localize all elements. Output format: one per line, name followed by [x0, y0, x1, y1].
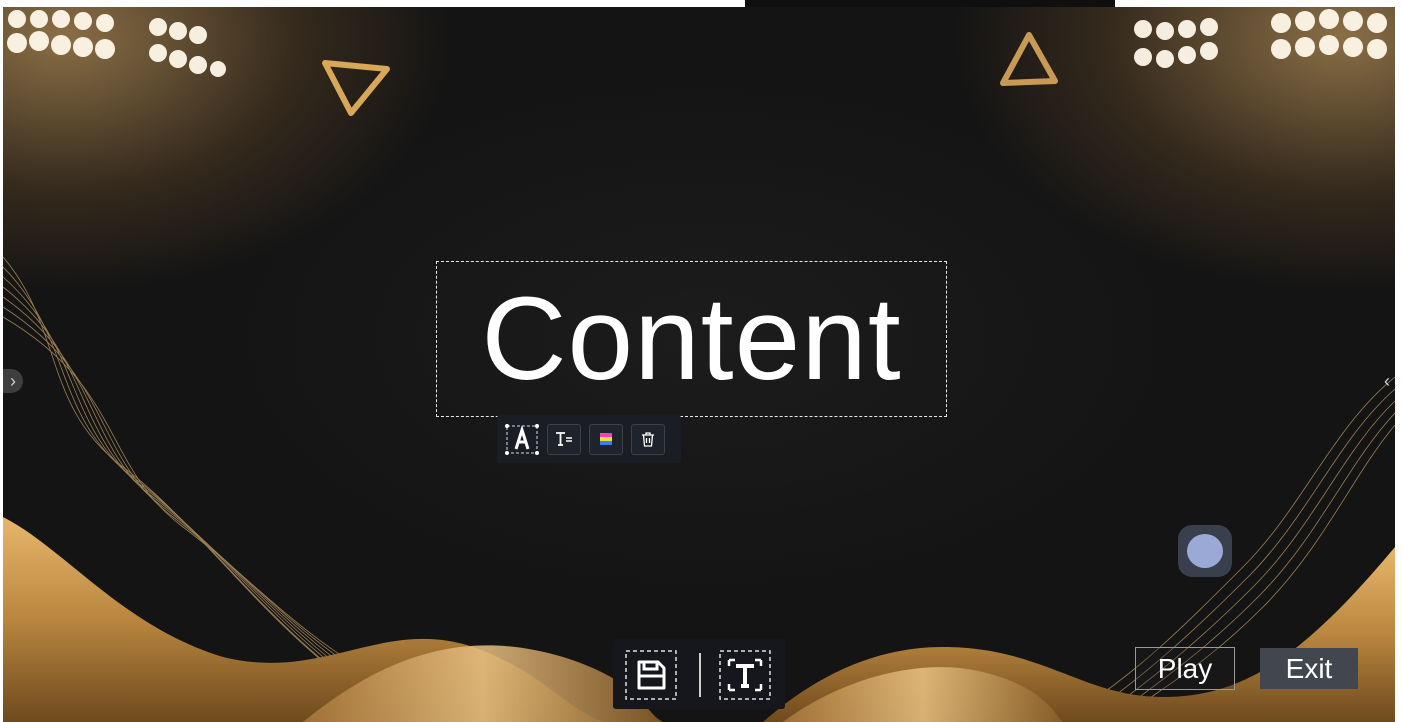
add-text-icon [719, 650, 771, 700]
save-button[interactable] [625, 650, 677, 700]
text-element-content[interactable]: Content [481, 280, 901, 398]
text-element-selected[interactable]: Content [436, 261, 947, 417]
trash-icon [642, 431, 654, 447]
window-top-strip [745, 0, 1115, 7]
play-button[interactable]: Play [1135, 647, 1235, 690]
add-text-button[interactable] [719, 650, 771, 700]
font-style-icon [505, 423, 539, 455]
panel-expand-right-button[interactable]: ‹ [1379, 369, 1395, 393]
floating-ball-icon [1187, 534, 1223, 568]
text-format-button[interactable] [547, 423, 581, 455]
text-color-button[interactable] [589, 423, 623, 455]
panel-expand-left-button[interactable]: › [3, 369, 23, 393]
chevron-left-icon: ‹ [1384, 370, 1390, 391]
stage-lights-right [1134, 9, 1387, 68]
exit-button[interactable]: Exit [1260, 648, 1358, 689]
stage-lights-left [7, 10, 226, 77]
bottom-toolbar [613, 639, 785, 709]
text-format-icon [556, 432, 572, 446]
toolbar-divider [699, 653, 701, 697]
gold-wave-lines-left [3, 256, 423, 717]
chevron-right-icon: › [10, 370, 16, 391]
gold-triangle-left [322, 60, 390, 116]
text-element-toolbar [497, 415, 681, 463]
color-palette-icon [600, 433, 612, 445]
font-style-button[interactable] [505, 423, 539, 455]
floating-assistant-button[interactable] [1178, 525, 1232, 577]
presentation-canvas[interactable]: › ‹ Content Play Exit [3, 7, 1395, 722]
delete-element-button[interactable] [631, 423, 665, 455]
save-icon [625, 650, 677, 700]
gold-triangle-right [1000, 32, 1058, 86]
